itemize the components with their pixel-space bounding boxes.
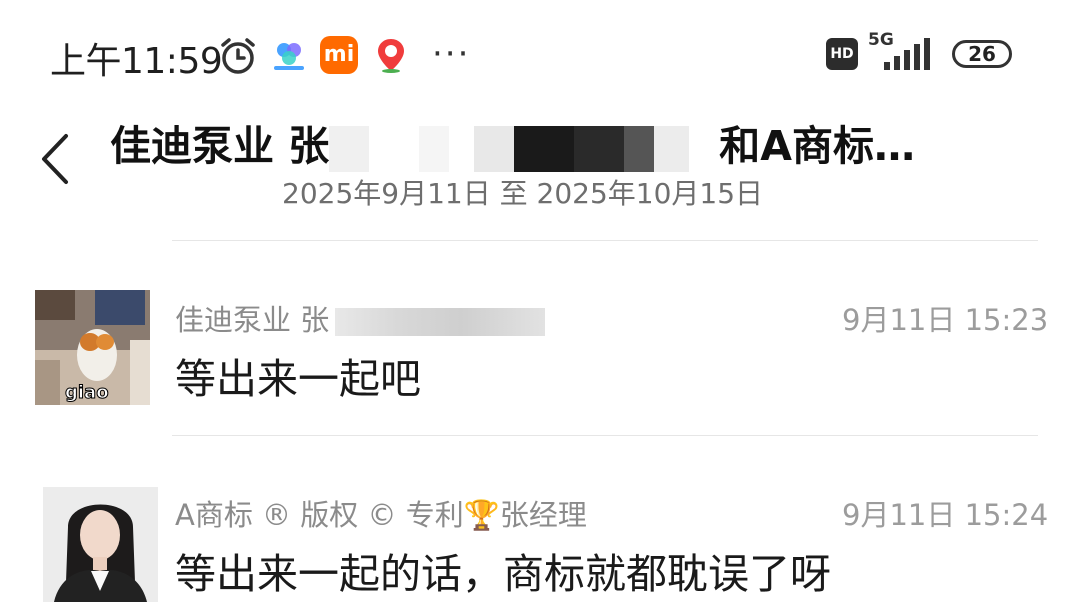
battery-indicator: 26: [952, 40, 1012, 68]
message-divider: [172, 435, 1038, 436]
woman-avatar-image: [43, 487, 158, 602]
message-time: 9月11日 15:23: [842, 303, 1049, 337]
message-text[interactable]: 等出来一起吧: [175, 345, 421, 405]
alarm-icon: [221, 38, 255, 74]
header-divider: [172, 240, 1038, 241]
avatar-caption: giao: [65, 382, 109, 403]
date-range: 2025年9月11日 至 2025年10月15日: [282, 177, 764, 210]
avatar[interactable]: [43, 487, 158, 602]
message-text[interactable]: 等出来一起的话，商标就都耽误了呀: [175, 540, 831, 600]
chat-title-start: 佳迪泵业 张: [110, 122, 330, 170]
chat-title-end: 和A商标…: [719, 122, 916, 170]
status-time: 上午11:59: [50, 41, 223, 82]
sender-redaction: [335, 308, 546, 336]
signal-strength-icon: [884, 38, 930, 70]
chat-title: 佳迪泵业 张 和A商标…: [110, 112, 915, 172]
message-sender: A商标 ® 版权 © 专利🏆张经理: [175, 498, 587, 532]
back-arrow-icon[interactable]: [38, 132, 72, 186]
xiaomi-app-icon: mi: [320, 36, 358, 74]
message-time: 9月11日 15:24: [842, 498, 1049, 532]
cat-avatar-image: giao: [35, 290, 150, 405]
message-sender: 佳迪泵业 张: [175, 297, 546, 339]
moonflow-app-icon: [270, 36, 308, 74]
hd-voice-icon: HD: [826, 38, 858, 70]
title-redaction: [329, 126, 719, 172]
avatar[interactable]: giao: [35, 290, 150, 405]
sender-name: 佳迪泵业 张: [175, 303, 330, 337]
more-notifications-icon: ···: [432, 34, 471, 74]
baidu-map-icon: [378, 39, 404, 73]
